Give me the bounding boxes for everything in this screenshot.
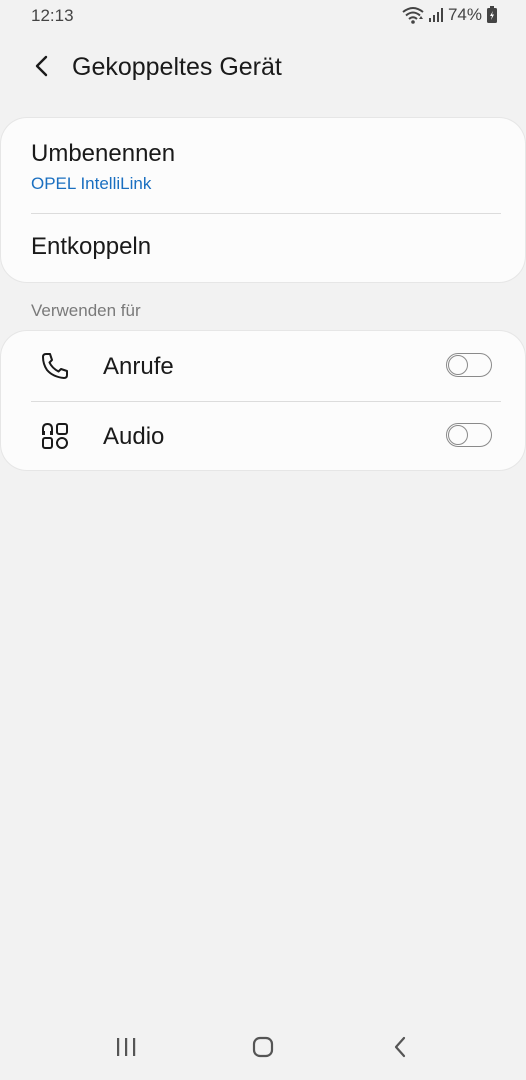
toggle-knob <box>448 424 468 445</box>
home-button[interactable] <box>243 1034 283 1064</box>
calls-label: Anrufe <box>103 353 174 380</box>
unpair-item[interactable]: Entkoppeln <box>1 214 525 282</box>
back-icon <box>392 1036 408 1063</box>
status-bar: 12:13 74% <box>0 0 526 32</box>
phone-icon <box>39 350 71 382</box>
rename-item[interactable]: Umbenennen OPEL IntelliLink <box>1 118 525 214</box>
recents-icon <box>115 1037 137 1062</box>
back-arrow-icon <box>33 54 51 83</box>
device-card: Umbenennen OPEL IntelliLink Entkoppeln <box>1 118 525 282</box>
status-icons: 74% <box>402 5 498 25</box>
section-header-use-for: Verwenden für <box>31 301 141 320</box>
rename-label: Umbenennen <box>31 140 176 167</box>
back-button[interactable] <box>24 50 60 86</box>
navigation-bar <box>0 1020 526 1080</box>
calls-item[interactable]: Anrufe <box>1 331 525 401</box>
audio-label: Audio <box>103 423 165 450</box>
battery-percent: 74% <box>447 5 482 24</box>
app-bar: Gekoppeltes Gerät <box>0 40 526 96</box>
device-name: OPEL IntelliLink <box>31 174 152 193</box>
audio-toggle[interactable] <box>446 423 492 447</box>
use-for-card: Anrufe Audio <box>1 331 525 470</box>
audio-icon <box>39 420 71 452</box>
home-icon <box>252 1036 274 1063</box>
nav-back-button[interactable] <box>380 1034 420 1064</box>
recents-button[interactable] <box>106 1034 146 1064</box>
audio-item[interactable]: Audio <box>1 401 525 471</box>
page-title: Gekoppeltes Gerät <box>72 53 282 81</box>
unpair-label: Entkoppeln <box>31 233 152 260</box>
signal-icon <box>428 7 444 23</box>
battery-charging-icon <box>486 6 498 24</box>
status-time: 12:13 <box>31 6 74 25</box>
toggle-knob <box>448 354 468 375</box>
calls-toggle[interactable] <box>446 353 492 377</box>
wifi-icon <box>402 6 424 24</box>
